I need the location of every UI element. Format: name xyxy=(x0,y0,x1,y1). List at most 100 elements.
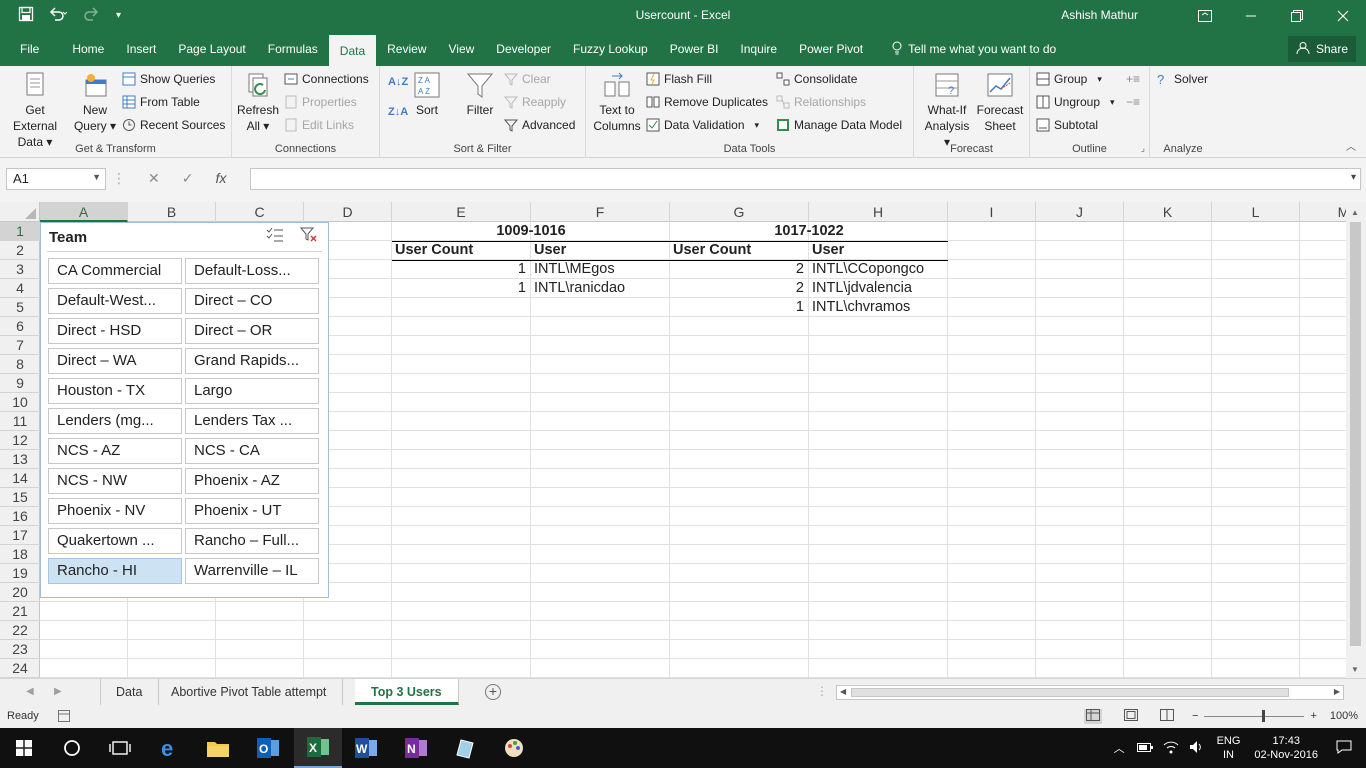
file-explorer-icon[interactable] xyxy=(194,728,242,768)
column-header-c[interactable]: C xyxy=(216,202,304,222)
vertical-scrollbar[interactable]: ▲ ▼ xyxy=(1346,202,1366,678)
tab-data[interactable]: Data xyxy=(328,35,377,66)
ungroup-dropdown-icon[interactable]: ▾ xyxy=(1110,97,1115,108)
cell-h2-header[interactable]: User xyxy=(812,241,946,260)
row-header[interactable]: 18 xyxy=(0,545,40,564)
forecast-sheet-button[interactable]: Forecast Sheet xyxy=(976,70,1024,134)
slicer-item[interactable]: NCS - CA xyxy=(185,438,319,464)
team-slicer[interactable]: Team CA Commercial Default-Loss... Defau… xyxy=(40,222,329,598)
horizontal-scroll-thumb[interactable] xyxy=(851,688,1289,697)
enter-icon[interactable]: ✓ xyxy=(182,170,194,187)
row-header[interactable]: 5 xyxy=(0,298,40,317)
filter-button[interactable]: Filter xyxy=(462,70,498,118)
cell-h3[interactable]: INTL\CCopongco xyxy=(812,260,946,279)
cancel-icon[interactable]: ✕ xyxy=(148,170,160,187)
tab-power-bi[interactable]: Power BI xyxy=(659,32,730,66)
row-header[interactable]: 20 xyxy=(0,583,40,602)
scroll-down-icon[interactable]: ▼ xyxy=(1351,665,1359,674)
cell-e4[interactable]: 1 xyxy=(392,279,526,298)
outline-dialog-launcher-icon[interactable]: ⌟ xyxy=(1141,143,1145,154)
cell-g1-period-header[interactable]: 1017-1022 xyxy=(670,222,948,241)
sort-az-icon[interactable]: A↓Z xyxy=(388,76,408,88)
cell-e3[interactable]: 1 xyxy=(392,260,526,279)
column-header-b[interactable]: B xyxy=(128,202,216,222)
select-all-corner[interactable] xyxy=(0,202,40,222)
tab-view[interactable]: View xyxy=(438,32,486,66)
sheet-tab-top-3-users[interactable]: Top 3 Users xyxy=(355,679,459,705)
row-header[interactable]: 10 xyxy=(0,393,40,412)
row-header[interactable]: 14 xyxy=(0,469,40,488)
column-header-m[interactable]: M xyxy=(1300,202,1346,222)
wifi-icon[interactable] xyxy=(1163,740,1179,757)
slicer-item[interactable]: Largo xyxy=(185,378,319,404)
data-validation-dropdown-icon[interactable]: ▾ xyxy=(755,120,760,131)
zoom-in-icon[interactable]: + xyxy=(1310,710,1316,722)
row-header[interactable]: 21 xyxy=(0,602,40,621)
user-name[interactable]: Ashish Mathur xyxy=(1061,8,1138,22)
slicer-item[interactable]: Warrenville – IL xyxy=(185,558,319,584)
onenote-icon[interactable]: N xyxy=(392,728,440,768)
what-if-analysis-button[interactable]: ? What-If Analysis ▾ xyxy=(920,70,974,150)
tab-fuzzy-lookup[interactable]: Fuzzy Lookup xyxy=(562,32,659,66)
tab-home[interactable]: Home xyxy=(61,32,115,66)
manage-data-model-button[interactable]: Manage Data Model xyxy=(776,118,902,132)
row-header[interactable]: 15 xyxy=(0,488,40,507)
new-query-button[interactable]: New Query ▾ xyxy=(72,70,118,134)
minimize-icon[interactable] xyxy=(1228,0,1274,32)
share-button[interactable]: Share xyxy=(1287,36,1356,62)
row-header[interactable]: 22 xyxy=(0,621,40,640)
row-header[interactable]: 8 xyxy=(0,355,40,374)
excel-icon[interactable]: X xyxy=(294,728,342,768)
group-button[interactable]: Group ▾ xyxy=(1036,72,1102,86)
reapply-button[interactable]: Reapply xyxy=(503,95,566,109)
cell-g3[interactable]: 2 xyxy=(670,260,804,279)
clock[interactable]: 17:43 02-Nov-2016 xyxy=(1254,734,1318,762)
formula-input[interactable]: ▾ xyxy=(250,168,1361,190)
zoom-level[interactable]: 100% xyxy=(1330,710,1358,722)
action-center-icon[interactable] xyxy=(1336,740,1352,757)
row-header[interactable]: 19 xyxy=(0,564,40,583)
clear-button[interactable]: Clear xyxy=(503,72,551,86)
tab-split-handle-icon[interactable]: ⋮ xyxy=(816,684,828,698)
row-header[interactable]: 13 xyxy=(0,450,40,469)
name-box[interactable]: A1 ▼ xyxy=(6,168,106,190)
insert-function-icon[interactable]: fx xyxy=(215,170,226,187)
row-header[interactable]: 1 xyxy=(0,222,40,241)
column-header-k[interactable]: K xyxy=(1124,202,1212,222)
volume-icon[interactable] xyxy=(1189,740,1205,757)
cell-g5[interactable]: 1 xyxy=(670,298,804,317)
sheet-tab-abortive-pivot[interactable]: Abortive Pivot Table attempt xyxy=(155,679,344,705)
column-header-f[interactable]: F xyxy=(531,202,670,222)
properties-button[interactable]: Properties xyxy=(284,95,357,109)
recent-sources-button[interactable]: Recent Sources xyxy=(122,118,225,132)
slicer-item[interactable]: Lenders (mg... xyxy=(48,408,182,434)
language-indicator[interactable]: ENG IN xyxy=(1217,734,1241,762)
cell-e1-period-header[interactable]: 1009-1016 xyxy=(392,222,670,241)
flash-fill-button[interactable]: Flash Fill xyxy=(646,72,712,86)
tab-power-pivot[interactable]: Power Pivot xyxy=(788,32,874,66)
worksheet-grid[interactable]: A B C D E F G H I J K L M 1 2 3 4 5 6 7 … xyxy=(0,202,1346,678)
windows-start-icon[interactable] xyxy=(0,728,48,768)
row-header[interactable]: 4 xyxy=(0,279,40,298)
get-external-data-button[interactable]: Get External Data ▾ xyxy=(2,70,68,150)
zoom-thumb[interactable] xyxy=(1262,709,1266,722)
show-queries-button[interactable]: Show Queries xyxy=(122,72,215,86)
notepad-app-icon[interactable] xyxy=(440,728,488,768)
slicer-item[interactable]: Default-West... xyxy=(48,288,182,314)
normal-view-icon[interactable] xyxy=(1084,709,1102,724)
slicer-item[interactable]: Direct – CO xyxy=(185,288,319,314)
row-header[interactable]: 9 xyxy=(0,374,40,393)
consolidate-button[interactable]: Consolidate xyxy=(776,72,857,86)
slicer-item[interactable]: Phoenix - UT xyxy=(185,498,319,524)
hide-detail-icon[interactable]: −≡ xyxy=(1126,95,1140,109)
expand-formula-bar-icon[interactable]: ▾ xyxy=(1351,172,1356,183)
paint-app-icon[interactable] xyxy=(490,728,538,768)
cell-e2-header[interactable]: User Count xyxy=(395,241,529,260)
refresh-all-button[interactable]: Refresh All ▾ xyxy=(236,70,280,134)
data-validation-button[interactable]: Data Validation ▾ xyxy=(646,118,759,132)
add-sheet-icon[interactable]: + xyxy=(485,684,501,700)
macro-record-icon[interactable] xyxy=(58,710,70,725)
collapse-ribbon-icon[interactable]: ︿ xyxy=(1346,138,1356,153)
edge-browser-icon[interactable]: e xyxy=(146,728,194,768)
slicer-item[interactable]: Lenders Tax ... xyxy=(185,408,319,434)
